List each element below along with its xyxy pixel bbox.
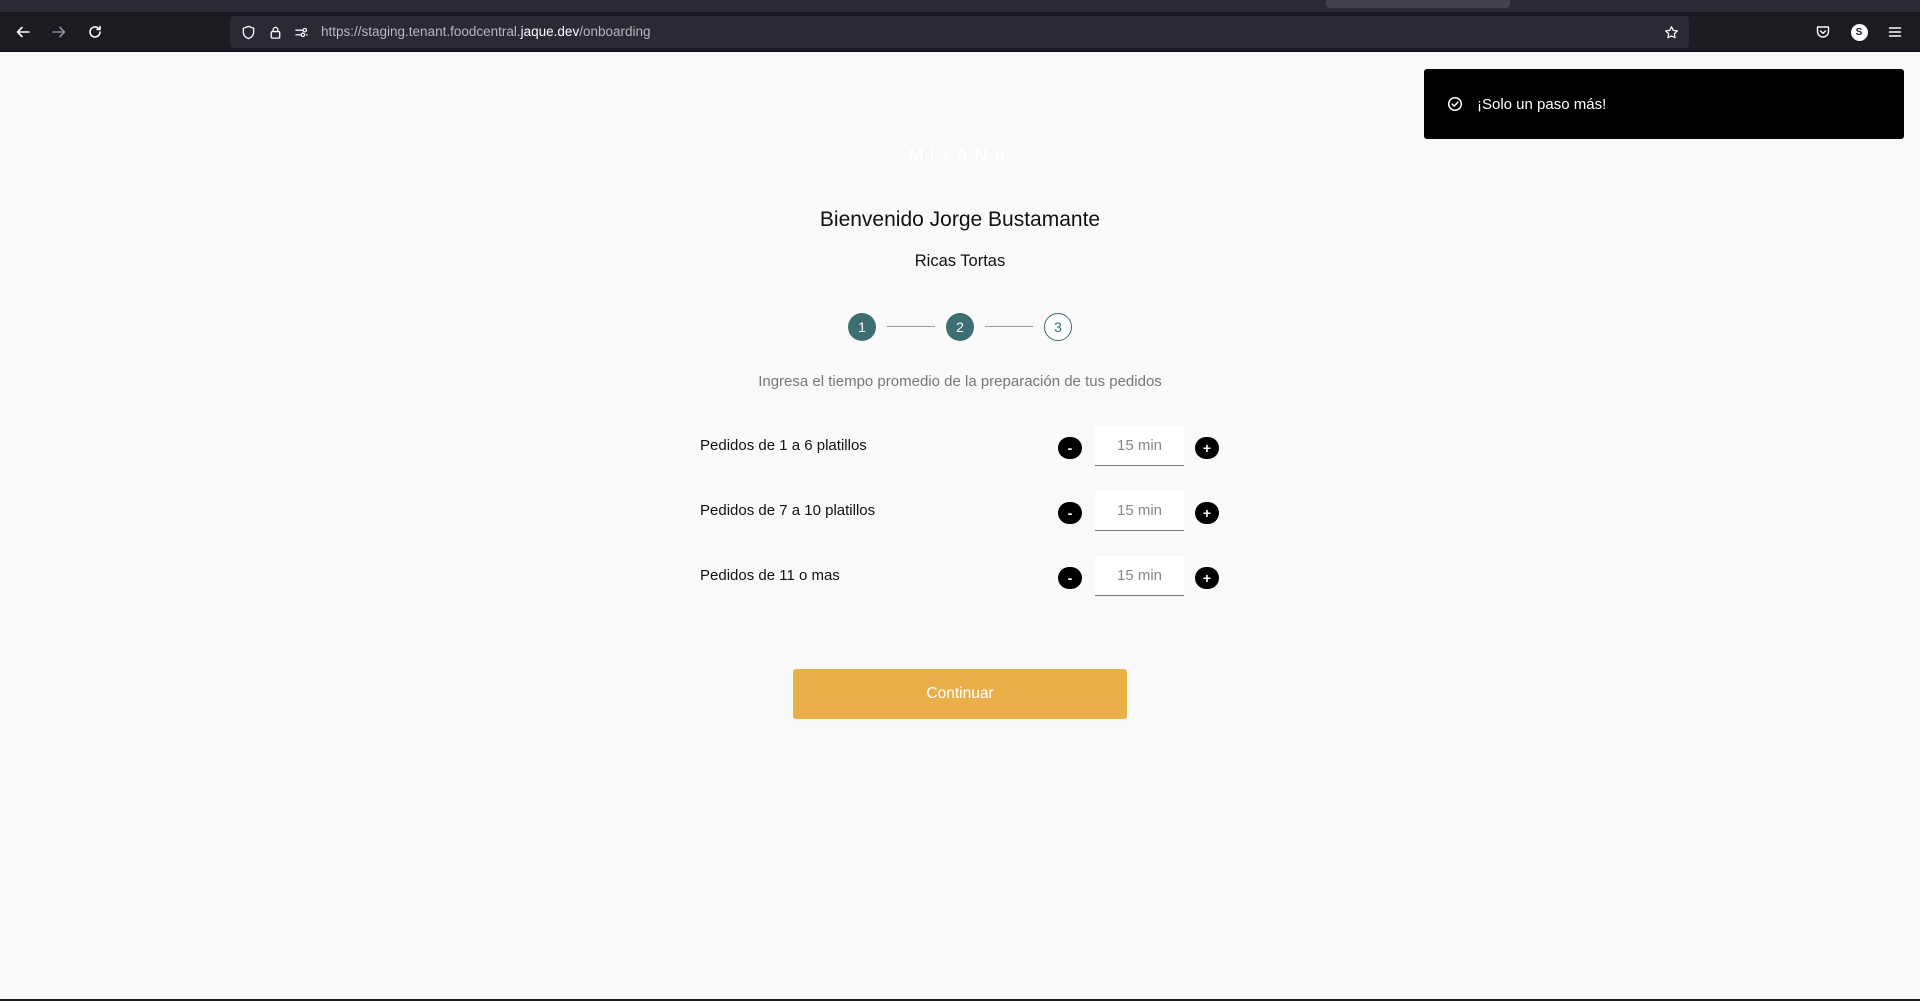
tracking-shield-icon[interactable] xyxy=(240,24,256,40)
increment-button[interactable]: + xyxy=(1195,502,1219,524)
url-path: /onboarding xyxy=(579,24,651,39)
menu-button[interactable] xyxy=(1884,21,1906,43)
step-2: 2 xyxy=(946,313,974,341)
forward-button[interactable] xyxy=(46,19,72,45)
page-title: Bienvenido Jorge Bustamante xyxy=(819,208,1101,231)
step-connector xyxy=(887,326,935,327)
pocket-button[interactable] xyxy=(1812,21,1834,43)
prep-time-row: Pedidos de 7 a 10 platillos - + xyxy=(700,491,1220,531)
step-3: 3 xyxy=(1044,313,1072,341)
increment-button[interactable]: + xyxy=(1195,437,1219,459)
prep-time-row: Pedidos de 1 a 6 platillos - + xyxy=(700,426,1220,466)
row-label: Pedidos de 7 a 10 platillos xyxy=(700,502,876,519)
lock-icon[interactable] xyxy=(267,24,283,40)
increment-button[interactable]: + xyxy=(1195,567,1219,589)
browser-tab[interactable] xyxy=(1326,0,1510,8)
decrement-button[interactable]: - xyxy=(1058,502,1082,524)
arrow-left-icon xyxy=(16,26,30,38)
url-host: jaque.dev xyxy=(520,24,580,39)
step-1: 1 xyxy=(848,313,876,341)
continue-button[interactable]: Continuar xyxy=(793,669,1127,719)
account-button[interactable]: S xyxy=(1848,21,1870,43)
prep-time-input[interactable] xyxy=(1095,426,1184,466)
tenant-name: Ricas Tortas xyxy=(914,252,1006,270)
tab-strip xyxy=(0,0,1920,12)
prep-time-input[interactable] xyxy=(1095,556,1184,596)
pocket-icon xyxy=(1816,26,1830,38)
brand-logo: MIYANA xyxy=(908,146,1012,167)
decrement-button[interactable]: - xyxy=(1058,567,1082,589)
toast-message: ¡Solo un paso más! xyxy=(1477,95,1607,113)
row-label: Pedidos de 11 o mas xyxy=(700,567,840,584)
back-button[interactable] xyxy=(10,19,36,45)
url-prefix: https://staging.tenant.foodcentral. xyxy=(321,24,521,39)
check-circle-icon xyxy=(1447,96,1463,112)
reload-button[interactable] xyxy=(82,19,108,45)
arrow-right-icon xyxy=(52,26,66,38)
instructions-text: Ingresa el tiempo promedio de la prepara… xyxy=(758,373,1162,390)
permissions-icon[interactable] xyxy=(293,24,309,40)
onboarding-stepper: 1 2 3 xyxy=(848,313,1072,341)
prep-time-input[interactable] xyxy=(1095,491,1184,531)
decrement-button[interactable]: - xyxy=(1058,437,1082,459)
hamburger-menu-icon xyxy=(1888,27,1902,37)
browser-toolbar: https://staging.tenant.foodcentral.jaque… xyxy=(0,0,1920,52)
url-text[interactable]: https://staging.tenant.foodcentral.jaque… xyxy=(321,24,651,39)
avatar: S xyxy=(1850,23,1868,41)
address-bar[interactable]: https://staging.tenant.foodcentral.jaque… xyxy=(230,16,1689,48)
toast-notification: ¡Solo un paso más! xyxy=(1424,69,1904,139)
reload-icon xyxy=(89,25,101,38)
row-label: Pedidos de 1 a 6 platillos xyxy=(700,437,867,454)
step-connector xyxy=(985,326,1033,327)
prep-time-row: Pedidos de 11 o mas - + xyxy=(700,556,1220,596)
bookmark-star-icon[interactable] xyxy=(1663,24,1679,40)
